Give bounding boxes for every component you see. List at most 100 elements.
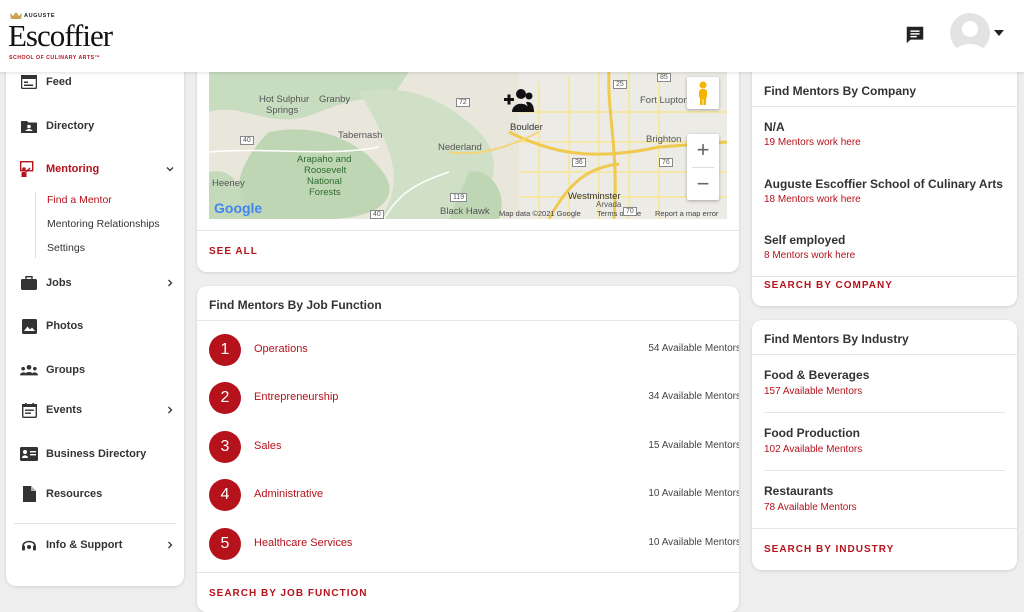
mentors-work-here[interactable]: 8 Mentors work here <box>764 250 855 261</box>
submenu-mentoring-relationships[interactable]: Mentoring Relationships <box>47 218 160 230</box>
see-all-link[interactable]: SEE ALL <box>209 246 258 257</box>
rank-badge: 2 <box>209 382 241 414</box>
job-function-link[interactable]: Sales <box>254 440 282 452</box>
sidebar-item-events[interactable]: Events <box>6 392 184 428</box>
groups-icon <box>20 361 38 379</box>
map-label-tabernash: Tabernash <box>338 130 383 141</box>
search-by-job-function-link[interactable]: SEARCH BY JOB FUNCTION <box>209 588 368 599</box>
industry-card: Find Mentors By Industry Food & Beverage… <box>752 320 1017 570</box>
route-badge: 40 <box>240 136 254 145</box>
sidebar-item-business-directory[interactable]: Business Directory <box>6 436 184 472</box>
sidebar-item-resources[interactable]: Resources <box>6 476 184 512</box>
rank-badge: 4 <box>209 479 241 511</box>
sidebar-item-photos[interactable]: Photos <box>6 308 184 344</box>
logo-sub-text: SCHOOL OF CULINARY ARTS™ <box>9 55 101 61</box>
sidebar-item-mentoring[interactable]: Mentoring <box>6 151 184 187</box>
google-logo: Google <box>214 200 263 216</box>
company-name[interactable]: Self employed <box>764 233 845 247</box>
mentor-cluster-icon[interactable] <box>504 88 534 112</box>
sidebar-item-label: Business Directory <box>46 448 147 460</box>
industry-name[interactable]: Restaurants <box>764 484 833 498</box>
card-divider <box>197 230 739 231</box>
company-name[interactable]: Auguste Escoffier School of Culinary Art… <box>764 177 1003 191</box>
job-function-link[interactable]: Healthcare Services <box>254 537 352 549</box>
available-mentors-link[interactable]: 157 Available Mentors <box>764 386 862 397</box>
row-divider <box>764 470 1005 471</box>
job-function-row[interactable]: 4 Administrative 10 Available Mentors <box>197 479 739 527</box>
card-divider <box>752 106 1017 107</box>
chevron-right-icon <box>168 541 173 549</box>
support-icon <box>20 536 38 554</box>
chevron-right-icon <box>168 406 173 414</box>
route-badge: 70 <box>623 207 637 216</box>
rank-badge: 5 <box>209 528 241 560</box>
industry-name[interactable]: Food & Beverages <box>764 368 869 382</box>
job-function-link[interactable]: Entrepreneurship <box>254 391 338 403</box>
message-icon[interactable] <box>904 24 926 46</box>
sidebar-item-label: Events <box>46 404 83 416</box>
card-divider <box>197 320 739 321</box>
events-icon <box>20 401 38 419</box>
sidebar-item-directory[interactable]: Directory <box>6 108 184 144</box>
street-view-button[interactable] <box>687 77 719 109</box>
mentors-work-here[interactable]: 19 Mentors work here <box>764 137 861 148</box>
avatar[interactable] <box>950 13 990 53</box>
search-by-company-link[interactable]: SEARCH BY COMPANY <box>764 280 893 291</box>
submenu-settings[interactable]: Settings <box>47 242 85 254</box>
map-label-fort-lupton: Fort Lupton <box>640 95 689 106</box>
map-data-attribution: Map data ©2021 Google <box>499 209 581 218</box>
route-badge: 72 <box>456 98 470 107</box>
rank-badge: 1 <box>209 334 241 366</box>
caret-down-icon[interactable] <box>994 30 1004 36</box>
available-mentors-link[interactable]: 78 Available Mentors <box>764 502 857 513</box>
pegman-icon <box>699 81 707 105</box>
map-label-arvada: Arvada <box>596 200 622 209</box>
zoom-in-button[interactable]: + <box>687 134 719 166</box>
map-label-brighton: Brighton <box>646 134 682 145</box>
map-label-boulder: Boulder <box>510 122 543 133</box>
job-function-link[interactable]: Administrative <box>254 488 323 500</box>
map-label-forests: Forests <box>309 187 341 198</box>
zoom-controls: + − <box>687 134 719 200</box>
search-by-industry-link[interactable]: SEARCH BY INDUSTRY <box>764 544 894 555</box>
industry-title: Find Mentors By Industry <box>764 332 909 346</box>
map-label-heeney: Heeney <box>212 178 245 189</box>
submenu-line <box>35 192 36 258</box>
job-function-row[interactable]: 3 Sales 15 Available Mentors <box>197 431 739 479</box>
photo-icon <box>20 317 38 335</box>
zoom-out-button[interactable]: − <box>687 168 719 200</box>
sidebar-item-info-support[interactable]: Info & Support <box>6 527 184 563</box>
available-mentors-count: 10 Available Mentors <box>648 488 739 499</box>
feed-icon <box>20 73 38 91</box>
industry-name[interactable]: Food Production <box>764 426 860 440</box>
job-function-link[interactable]: Operations <box>254 343 308 355</box>
company-name[interactable]: N/A <box>764 120 785 134</box>
sidebar-item-label: Feed <box>46 76 72 88</box>
available-mentors-count: 34 Available Mentors <box>648 391 739 402</box>
map-label-national: National <box>307 176 342 187</box>
chevron-right-icon <box>168 279 173 287</box>
directory-icon <box>20 117 38 135</box>
route-badge: 119 <box>450 193 468 202</box>
job-function-row[interactable]: 5 Healthcare Services 10 Available Mento… <box>197 528 739 576</box>
top-bar: AUGUSTE Escoffier SCHOOL OF CULINARY ART… <box>0 0 1024 72</box>
map[interactable]: Hot Sulphur Springs Granby Tabernash Ara… <box>209 72 727 219</box>
route-badge: 25 <box>613 80 627 89</box>
company-title: Find Mentors By Company <box>764 84 917 98</box>
map-label-roosevelt: Roosevelt <box>304 165 347 176</box>
sidebar-item-jobs[interactable]: Jobs <box>6 265 184 301</box>
job-function-row[interactable]: 2 Entrepreneurship 34 Available Mentors <box>197 382 739 430</box>
report-map-error-link[interactable]: Report a map error <box>655 209 718 218</box>
job-function-card: Find Mentors By Job Function 1 Operation… <box>197 286 739 612</box>
route-badge: 40 <box>370 210 384 219</box>
escoffier-logo[interactable]: AUGUSTE Escoffier SCHOOL OF CULINARY ART… <box>8 10 132 64</box>
sidebar-item-label: Photos <box>46 320 84 332</box>
mentors-work-here[interactable]: 18 Mentors work here <box>764 194 861 205</box>
map-label-black-hawk: Black Hawk <box>440 206 490 217</box>
mentoring-icon <box>20 160 38 178</box>
card-divider <box>752 276 1017 277</box>
available-mentors-link[interactable]: 102 Available Mentors <box>764 444 862 455</box>
submenu-find-a-mentor[interactable]: Find a Mentor <box>47 194 112 206</box>
sidebar-item-groups[interactable]: Groups <box>6 352 184 388</box>
job-function-row[interactable]: 1 Operations 54 Available Mentors <box>197 334 739 382</box>
